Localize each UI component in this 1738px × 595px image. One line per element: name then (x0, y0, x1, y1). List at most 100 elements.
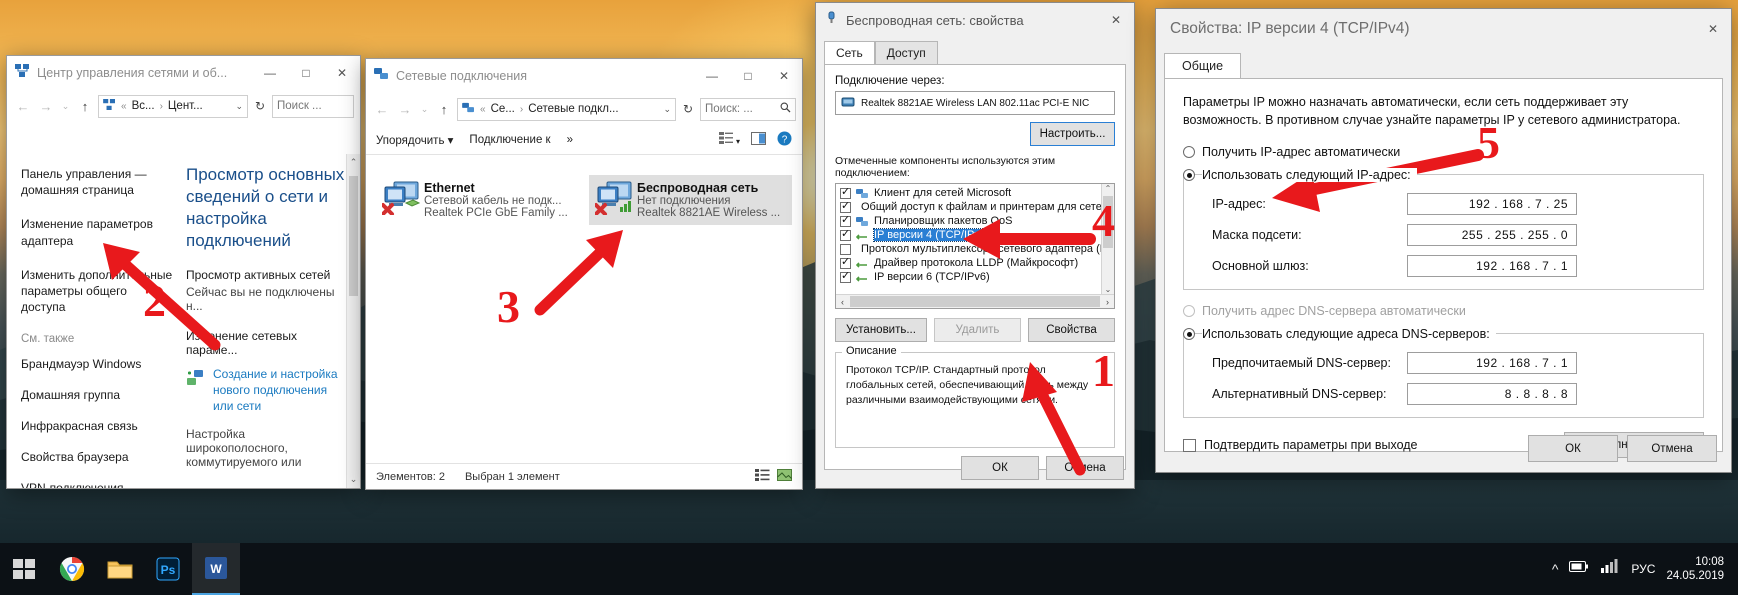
forward-button[interactable]: → (36, 99, 56, 114)
window1-scrollbar[interactable]: ⌃ ⌄ (346, 154, 360, 488)
scrollbar-thumb[interactable] (850, 296, 1100, 307)
address-bar[interactable]: « Вс... › Цент... ⌄ (98, 94, 248, 118)
windows-start-icon[interactable] (0, 543, 48, 595)
link-windows-firewall[interactable]: Брандмауэр Windows (21, 357, 174, 371)
scroll-down-arrow[interactable]: ⌄ (347, 474, 360, 485)
component-row[interactable]: IP версии 6 (TCP/IPv6) (836, 269, 1101, 284)
obtain-dns-radio[interactable] (1183, 305, 1195, 318)
change-sharing-settings-link[interactable]: Изменить дополнительные параметры общего… (21, 267, 174, 316)
create-connection-link[interactable]: Создание и настройка нового подключения … (213, 367, 350, 414)
back-button[interactable]: ← (13, 99, 33, 114)
refresh-button[interactable]: ↻ (679, 102, 697, 116)
wireless-properties-dialog[interactable]: Беспроводная сеть: свойства ✕ Сеть Досту… (815, 2, 1135, 489)
window2-titlebar[interactable]: Сетевые подключения — □ ✕ (366, 59, 802, 93)
link-homegroup[interactable]: Домашняя группа (21, 388, 174, 402)
chevron-down-icon[interactable]: ⌄ (663, 104, 671, 115)
maximize-button[interactable]: □ (730, 59, 766, 93)
language-indicator[interactable]: РУС (1631, 562, 1655, 576)
change-adapter-settings-link[interactable]: Изменение параметров адаптера (21, 216, 174, 248)
chevron-down-icon[interactable]: ⌄ (235, 101, 243, 112)
window4-dialog-buttons[interactable]: ОК Отмена (1528, 435, 1717, 462)
window4-tabs[interactable]: Общие (1156, 53, 1731, 78)
recent-locations-button[interactable]: ⌄ (418, 104, 431, 115)
refresh-button[interactable]: ↻ (251, 99, 269, 113)
file-explorer-icon[interactable] (96, 543, 144, 595)
close-button[interactable]: ✕ (766, 59, 802, 93)
component-checkbox[interactable] (840, 243, 851, 255)
use-following-ip-option[interactable]: Использовать следующий IP-адрес: (1183, 168, 1704, 183)
window1-titlebar[interactable]: Центр управления сетями и об... — □ ✕ (7, 56, 360, 90)
address-bar[interactable]: « Се... › Сетевые подкл... ⌄ (457, 97, 676, 121)
close-button[interactable]: ✕ (1098, 3, 1134, 37)
component-row[interactable]: Клиент для сетей Microsoft (836, 185, 1101, 200)
ipv4-properties-dialog[interactable]: Свойства: IP версии 4 (TCP/IPv4) ✕ Общие… (1155, 8, 1732, 473)
network-icon[interactable] (1600, 559, 1620, 579)
up-button[interactable]: ↑ (75, 99, 95, 114)
help-icon[interactable]: ? (777, 131, 792, 149)
back-button[interactable]: ← (372, 102, 392, 117)
minimize-button[interactable]: — (694, 59, 730, 93)
components-listbox[interactable]: Клиент для сетей Microsoft Общий доступ … (835, 183, 1115, 309)
component-checkbox[interactable] (840, 213, 851, 227)
use-following-ip-radio[interactable] (1183, 169, 1195, 182)
close-button[interactable]: ✕ (324, 56, 360, 90)
window2-navbar[interactable]: ← → ⌄ ↑ « Се... › Сетевые подкл... ⌄ ↻ П… (366, 93, 802, 125)
tab-general[interactable]: Общие (1164, 53, 1242, 78)
scroll-right-arrow[interactable]: › (1101, 297, 1114, 307)
component-row[interactable]: Драйвер протокола LLDP (Майкрософт) (836, 255, 1101, 270)
link-vpn[interactable]: VPN-подключения (21, 481, 174, 488)
preferred-dns-input[interactable]: 192 . 168 . 7 . 1 (1407, 352, 1577, 375)
cancel-button[interactable]: Отмена (1627, 435, 1717, 462)
link-infrared[interactable]: Инфракрасная связь (21, 419, 174, 433)
preview-pane-button[interactable] (751, 131, 766, 148)
component-action-buttons[interactable]: Установить... Удалить Свойства (835, 318, 1116, 342)
use-following-dns-radio[interactable] (1183, 328, 1195, 341)
window1-controls[interactable]: — □ ✕ (252, 56, 360, 90)
connections-list[interactable]: Ethernet Сетевой кабель не подк... Realt… (366, 161, 802, 463)
wireless-connection-item[interactable]: Беспроводная сеть Нет подключения Realte… (589, 175, 792, 225)
view-options-button[interactable]: ▾ (718, 132, 740, 147)
minimize-button[interactable]: — (252, 56, 288, 90)
breadcrumb-1[interactable]: Се... (491, 103, 515, 115)
taskbar[interactable]: Ps W ^ РУС 10:08 24.05.2019 (0, 543, 1738, 595)
forward-button[interactable]: → (395, 102, 415, 117)
components-horizontal-scrollbar[interactable]: ‹ › (836, 294, 1114, 308)
word-icon[interactable]: W (192, 543, 240, 595)
obtain-ip-automatically-option[interactable]: Получить IP-адрес автоматически (1183, 145, 1704, 159)
maximize-button[interactable]: □ (288, 56, 324, 90)
component-checkbox[interactable] (840, 255, 851, 269)
window2-command-bar[interactable]: Упорядочить ▾ Подключение к » ▾ ? (366, 125, 802, 155)
breadcrumb-2[interactable]: Цент... (168, 100, 203, 112)
validate-settings-checkbox[interactable] (1183, 438, 1196, 452)
scrollbar-thumb[interactable] (1103, 196, 1113, 248)
overflow-button[interactable]: » (567, 134, 573, 146)
network-and-sharing-center-window[interactable]: Центр управления сетями и об... — □ ✕ ← … (6, 55, 361, 489)
components-vertical-scrollbar[interactable]: ⌃ ⌄ (1101, 184, 1114, 294)
window4-titlebar[interactable]: Свойства: IP версии 4 (TCP/IPv4) ✕ (1156, 9, 1731, 49)
use-following-dns-option[interactable]: Использовать следующие адреса DNS-сервер… (1183, 327, 1704, 342)
scroll-down-arrow[interactable]: ⌄ (1102, 285, 1114, 294)
component-row[interactable]: Планировщик пакетов QoS (836, 213, 1101, 228)
component-checkbox[interactable] (840, 269, 851, 283)
control-panel-home-link[interactable]: Панель управления — домашняя страница (21, 166, 174, 198)
scrollbar-thumb[interactable] (349, 176, 358, 296)
search-input[interactable]: Поиск: ... (700, 97, 796, 121)
close-button[interactable]: ✕ (1695, 12, 1731, 46)
chrome-icon[interactable] (48, 543, 96, 595)
window3-controls[interactable]: ✕ (1098, 3, 1134, 37)
scroll-left-arrow[interactable]: ‹ (836, 297, 849, 307)
up-button[interactable]: ↑ (434, 102, 454, 117)
chevron-up-icon[interactable]: ^ (1552, 562, 1559, 576)
window4-controls[interactable]: ✕ (1695, 12, 1731, 46)
obtain-ip-radio[interactable] (1183, 146, 1195, 159)
breadcrumb-2[interactable]: Сетевые подкл... (528, 103, 618, 115)
component-checkbox[interactable] (840, 199, 851, 213)
tiles-view-button[interactable] (777, 469, 792, 484)
obtain-dns-automatically-option[interactable]: Получить адрес DNS-сервера автоматически (1183, 304, 1704, 318)
link-browser-properties[interactable]: Свойства браузера (21, 450, 174, 464)
component-row[interactable]: Протокол мультиплексора сетевого адаптер… (836, 242, 1101, 256)
default-gateway-input[interactable]: 192 . 168 . 7 . 1 (1407, 255, 1577, 278)
window3-dialog-buttons[interactable]: ОК Отмена (961, 456, 1124, 480)
network-connections-window[interactable]: Сетевые подключения — □ ✕ ← → ⌄ ↑ « Се..… (365, 58, 803, 490)
tab-sharing[interactable]: Доступ (874, 41, 938, 64)
